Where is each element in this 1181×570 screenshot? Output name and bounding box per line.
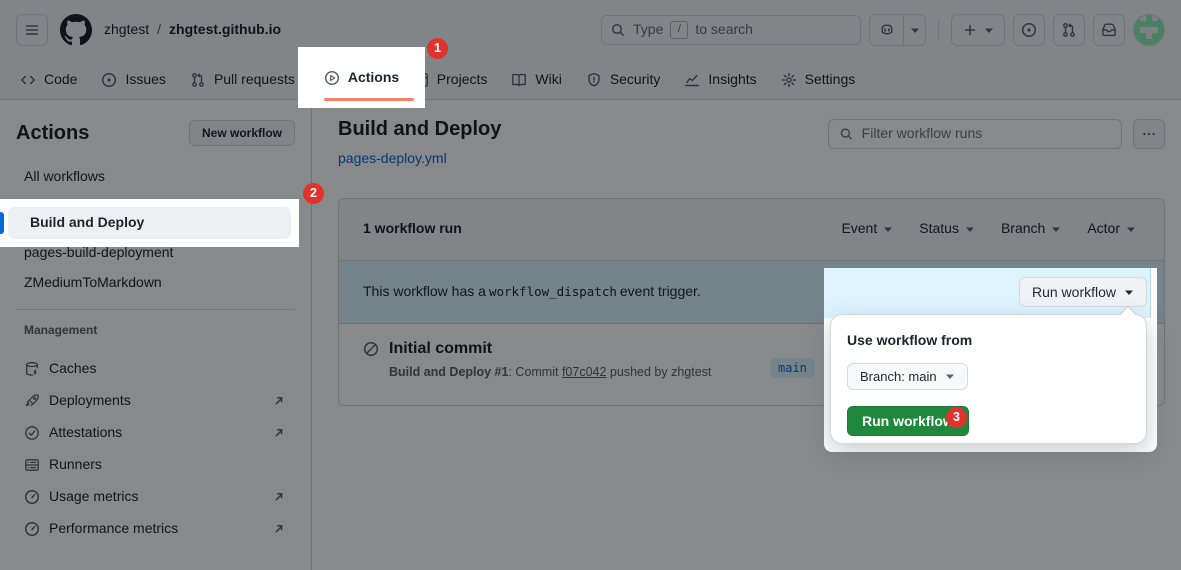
annotation-step-3: 3 <box>946 407 967 428</box>
popover-title: Use workflow from <box>847 331 1130 351</box>
selected-item-accent-bar <box>0 212 4 234</box>
run-workflow-dropdown-label: Run workflow <box>1032 284 1116 300</box>
branch-select-button[interactable]: Branch: main <box>847 363 968 390</box>
run-workflow-spotlight: Run workflow Use workflow from Branch: m… <box>824 268 1157 452</box>
play-circle-icon <box>324 70 340 86</box>
selected-tab-underline <box>324 98 414 101</box>
chevron-down-icon <box>945 371 955 381</box>
chevron-down-icon <box>1124 287 1134 297</box>
tab-label: Actions <box>348 68 399 88</box>
tab-actions-spotlight[interactable]: Actions <box>298 47 425 108</box>
github-actions-page: zhgtest / zhgtest.github.io Type / to se… <box>0 0 1181 570</box>
sidebar-item-build-and-deploy-spotlight[interactable]: Build and Deploy <box>0 199 299 247</box>
branch-select-label: Branch: main <box>860 369 937 384</box>
run-workflow-popover: Use workflow from Branch: main Run workf… <box>830 314 1147 444</box>
run-workflow-dropdown-button[interactable]: Run workflow <box>1019 277 1147 307</box>
selected-workflow-item[interactable]: Build and Deploy <box>8 207 291 239</box>
popover-notch <box>1120 307 1136 316</box>
annotation-step-2: 2 <box>303 183 324 204</box>
annotation-step-1: 1 <box>427 38 448 59</box>
